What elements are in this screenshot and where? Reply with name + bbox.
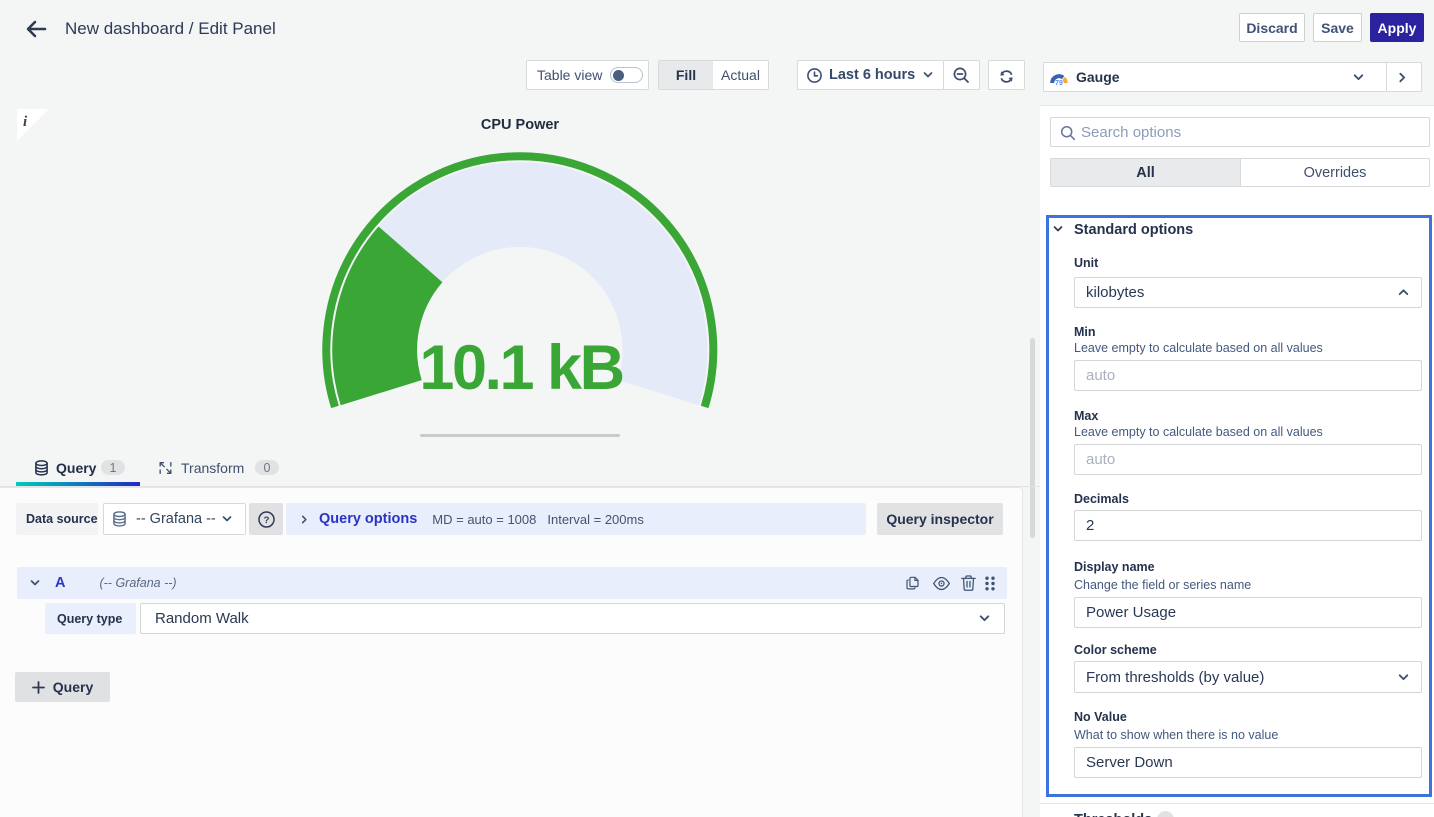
svg-text:79: 79 xyxy=(1055,80,1063,86)
svg-text:?: ? xyxy=(263,515,269,526)
